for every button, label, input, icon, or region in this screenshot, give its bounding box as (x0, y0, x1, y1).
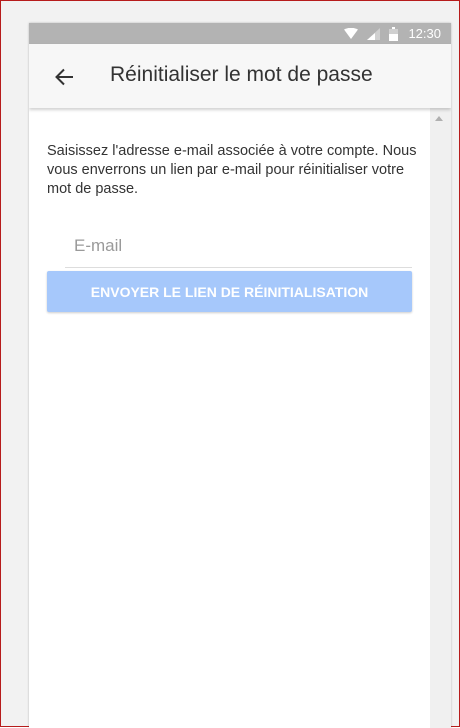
app-bar: Réinitialiser le mot de passe (29, 44, 451, 108)
main-content: Saisissez l'adresse e-mail associée à vo… (29, 108, 430, 728)
back-button[interactable] (49, 62, 79, 92)
window-frame: 12:30 Réinitialiser le mot de passe Sais… (0, 0, 460, 728)
page-title: Réinitialiser le mot de passe (110, 63, 373, 86)
send-reset-link-button[interactable]: ENVOYER LE LIEN DE RÉINITIALISATION (47, 271, 412, 312)
email-field[interactable] (65, 225, 412, 268)
phone-screen: 12:30 Réinitialiser le mot de passe Sais… (29, 23, 451, 728)
instructions-text: Saisissez l'adresse e-mail associée à vo… (47, 143, 417, 197)
cell-signal-icon (367, 27, 381, 40)
status-bar: 12:30 (29, 23, 451, 44)
arrow-left-icon (55, 68, 73, 86)
wifi-icon (344, 27, 359, 39)
battery-icon (389, 26, 399, 41)
scrollbar[interactable] (430, 108, 451, 728)
status-icons: 12:30 (344, 23, 441, 44)
status-time: 12:30 (408, 26, 441, 41)
scroll-up-arrow-icon[interactable] (435, 116, 443, 121)
